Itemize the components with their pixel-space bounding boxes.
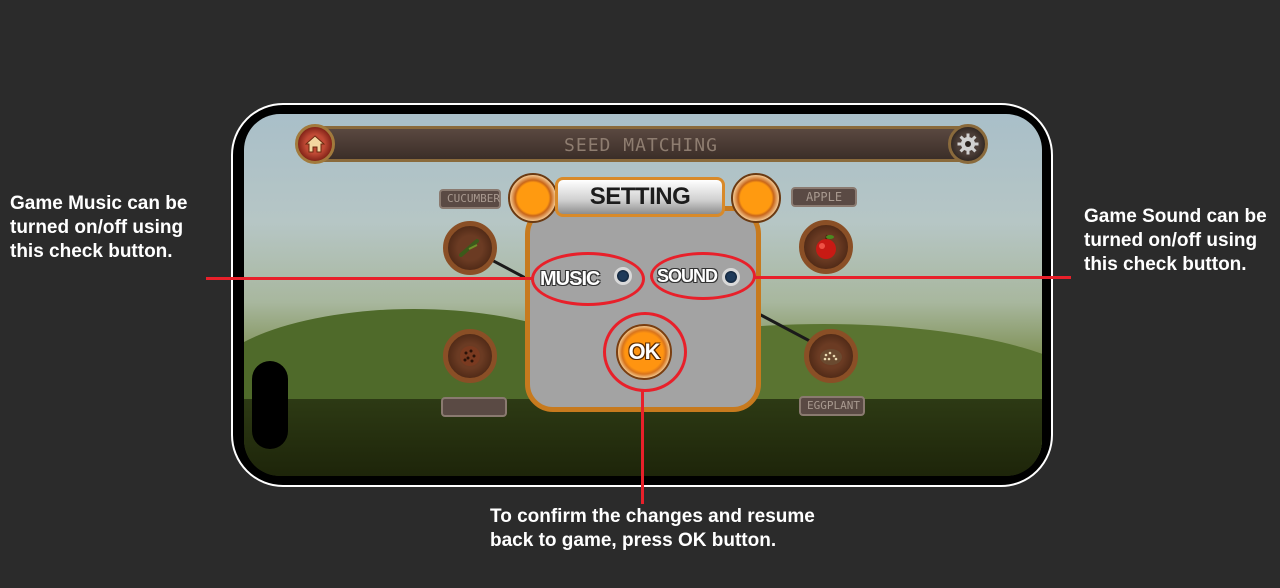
sound-pointer-line (755, 276, 1071, 279)
seed-label-eggplant: EGGPLANT (799, 396, 865, 416)
seeds-icon (460, 346, 480, 366)
settings-button[interactable] (948, 124, 988, 164)
home-button[interactable] (295, 124, 335, 164)
eggplant-seeds-icon (820, 349, 842, 365)
apple-icon (816, 234, 836, 259)
seed-slot-apple[interactable] (799, 220, 853, 274)
music-annotation: Game Music can be turned on/off using th… (10, 193, 188, 262)
dialog-header: SETTING (555, 177, 725, 217)
cucumber-seed-icon (459, 239, 479, 257)
sound-annotation: Game Sound can be turned on/off using th… (1084, 206, 1267, 275)
music-pointer-line (206, 277, 532, 280)
seed-slot-seeds[interactable] (443, 329, 497, 383)
dialog-title: SETTING (589, 183, 691, 210)
game-title: SEED MATCHING (564, 135, 718, 156)
game-title-bar: SEED MATCHING (300, 126, 982, 162)
seed-slot-cucumber[interactable] (443, 221, 497, 275)
home-icon (305, 135, 325, 153)
dialog-ornament-left (508, 173, 558, 223)
seed-label-apple: APPLE (791, 187, 857, 207)
ok-annotation: To confirm the changes and resume back t… (490, 506, 815, 551)
seed-label-empty (441, 397, 507, 417)
ok-highlight (603, 312, 687, 392)
dialog-ornament-right (731, 173, 781, 223)
ok-pointer-line (641, 391, 644, 504)
seed-slot-eggplant-seeds[interactable] (804, 329, 858, 383)
gear-icon (957, 133, 979, 155)
music-highlight (531, 252, 645, 306)
seed-label-cucumber: CUCUMBER (439, 189, 501, 209)
phone-notch (252, 361, 288, 449)
sound-highlight (650, 252, 756, 300)
